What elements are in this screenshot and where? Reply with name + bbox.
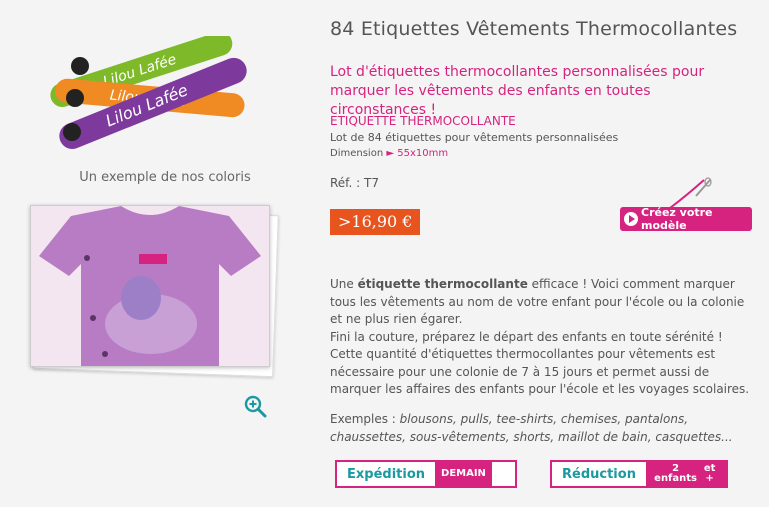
needle-icon [669, 177, 712, 209]
examples-text: Exemples : blousons, pulls, tee-shirts, … [330, 410, 755, 446]
keyword: étiquette thermocollante [357, 277, 528, 291]
product-description: Une étiquette thermocollante efficace ! … [330, 277, 750, 397]
dimension-label: Dimension [330, 148, 384, 159]
gallery-caption: Un exemple de nos coloris [79, 170, 251, 185]
tshirt-photo [31, 206, 269, 366]
create-model-button[interactable]: Créez votre modèle [620, 206, 752, 232]
examples-label: Exemples : [330, 412, 400, 426]
product-subtitle: ETIQUETTE THERMOCOLLANTE [330, 114, 516, 128]
price-tag: >16,90 € [330, 209, 421, 235]
product-subdesc: Lot de 84 étiquettes pour vêtements pers… [330, 131, 619, 144]
dimension-value: ► 55x10mm [386, 148, 449, 159]
product-intro: Lot d'étiquettes thermocollantes personn… [330, 64, 705, 118]
label-sample-image: Lilou Lafée Lilou Lafée Lilou Lafée [50, 36, 247, 150]
expedition-tag: DEMAIN [435, 462, 492, 486]
reduction-label: Réduction [562, 466, 636, 482]
expedition-label: Expédition [347, 466, 426, 482]
photo-frame [30, 205, 270, 367]
play-icon [624, 212, 638, 226]
product-gallery: Lilou Lafée Lilou Lafée Lilou Lafée Un e… [0, 0, 320, 507]
reduction-badge[interactable]: Réduction 2 enfants et + [550, 460, 728, 488]
reduction-tag: 2 enfants et + [645, 462, 726, 486]
description-paragraph-2: Fini la couture, préparez le départ des … [330, 329, 750, 397]
expedition-badge[interactable]: Expédition DEMAIN [335, 460, 517, 488]
create-model-label: Créez votre modèle [641, 206, 713, 232]
product-info: 84 Etiquettes Vêtements Thermocollantes … [330, 0, 760, 507]
product-photo[interactable] [30, 205, 280, 378]
zoom-icon[interactable] [243, 394, 267, 418]
page-title: 84 Etiquettes Vêtements Thermocollantes [330, 18, 738, 40]
product-reference: Réf. : T7 [330, 176, 379, 190]
product-dimension: Dimension ► 55x10mm [330, 148, 448, 159]
